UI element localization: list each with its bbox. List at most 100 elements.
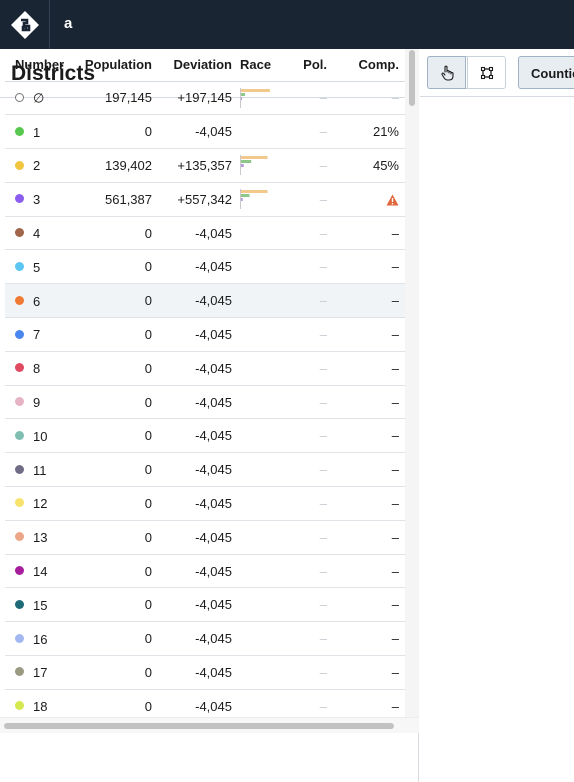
district-row[interactable]: 2 139,402 +135,357 –45% bbox=[5, 148, 405, 183]
district-compactness bbox=[333, 182, 405, 217]
district-population: 561,387 bbox=[79, 182, 158, 217]
district-color-swatch bbox=[15, 261, 24, 271]
district-race-chart-cell bbox=[238, 81, 288, 116]
column-header-deviation[interactable]: Deviation bbox=[158, 49, 238, 82]
district-pol: – bbox=[288, 351, 333, 386]
district-color-swatch bbox=[15, 498, 24, 508]
district-pol: – bbox=[288, 418, 333, 454]
district-deviation: -4,045 bbox=[158, 216, 238, 251]
district-row[interactable]: 14 0 -4,045 – – bbox=[5, 554, 405, 589]
column-header-pol[interactable]: Pol. bbox=[288, 49, 333, 82]
district-race-chart-cell bbox=[238, 520, 288, 555]
district-color-swatch bbox=[15, 329, 24, 339]
district-pol: – bbox=[288, 621, 333, 657]
district-pol: – bbox=[288, 587, 333, 623]
district-row[interactable]: 15 0 -4,045 – – bbox=[5, 587, 405, 623]
district-pol: – bbox=[288, 283, 333, 319]
district-number-cell: 10 bbox=[5, 418, 79, 454]
district-number: 9 bbox=[33, 395, 41, 411]
district-number-cell: 1 bbox=[5, 114, 79, 150]
district-race-chart-cell bbox=[238, 114, 288, 150]
district-color-swatch bbox=[15, 160, 24, 170]
districts-table-container[interactable]: Number Population Deviation Race Pol. Co… bbox=[5, 49, 405, 717]
district-number-cell: 15 bbox=[5, 587, 79, 623]
district-number: 4 bbox=[33, 226, 41, 242]
district-row[interactable]: 8 0 -4,045 – – bbox=[5, 351, 405, 386]
warning-icon[interactable] bbox=[386, 194, 399, 206]
district-row[interactable]: 17 0 -4,045 – – bbox=[5, 655, 405, 690]
district-color-swatch bbox=[15, 194, 24, 204]
column-header-race[interactable]: Race bbox=[238, 49, 288, 82]
district-row[interactable]: 16 0 -4,045 – – bbox=[5, 621, 405, 657]
district-row[interactable]: 7 0 -4,045 – – bbox=[5, 317, 405, 352]
district-color-swatch bbox=[15, 566, 24, 576]
districtr-logo-icon[interactable] bbox=[10, 10, 40, 40]
district-number: 10 bbox=[33, 428, 48, 444]
district-row[interactable]: 9 0 -4,045 – – bbox=[5, 385, 405, 420]
map-canvas[interactable] bbox=[420, 98, 574, 782]
district-number: 15 bbox=[33, 597, 48, 613]
district-pol: – bbox=[288, 486, 333, 521]
district-population: 0 bbox=[79, 351, 158, 386]
race-bar bbox=[241, 96, 243, 100]
vertical-scrollbar-track[interactable] bbox=[405, 49, 419, 717]
district-row[interactable]: 12 0 -4,045 – – bbox=[5, 486, 405, 521]
district-deviation: -4,045 bbox=[158, 249, 238, 285]
district-color-swatch bbox=[15, 430, 24, 440]
district-population: 0 bbox=[79, 587, 158, 623]
district-row[interactable]: 5 0 -4,045 – – bbox=[5, 249, 405, 285]
district-compactness: – bbox=[333, 317, 405, 352]
district-race-chart-cell bbox=[238, 216, 288, 251]
column-header-number[interactable]: Number bbox=[5, 49, 79, 82]
district-deviation: -4,045 bbox=[158, 114, 238, 150]
district-row[interactable]: 10 0 -4,045 – – bbox=[5, 418, 405, 454]
district-pol: – bbox=[288, 81, 333, 116]
district-race-chart-cell bbox=[238, 182, 288, 217]
district-color-swatch bbox=[15, 228, 24, 238]
district-row[interactable]: 1 0 -4,045 –21% bbox=[5, 114, 405, 150]
district-deviation: -4,045 bbox=[158, 283, 238, 319]
race-bar bbox=[241, 160, 252, 164]
race-bar bbox=[241, 198, 243, 202]
district-pol: – bbox=[288, 317, 333, 352]
district-race-chart-cell bbox=[238, 554, 288, 589]
project-title[interactable]: a bbox=[64, 15, 72, 32]
select-tool-button[interactable] bbox=[427, 56, 466, 89]
district-compactness: – bbox=[333, 689, 405, 717]
district-deviation: +135,357 bbox=[158, 148, 238, 183]
district-race-chart-cell bbox=[238, 283, 288, 319]
district-row[interactable]: 3 561,387 +557,342 – bbox=[5, 182, 405, 217]
top-navbar: a bbox=[0, 0, 574, 49]
rectangle-tool-button[interactable] bbox=[467, 56, 506, 89]
district-population: 0 bbox=[79, 655, 158, 690]
district-number-cell: 8 bbox=[5, 351, 79, 386]
column-header-comp[interactable]: Comp. bbox=[333, 49, 405, 82]
district-compactness: – bbox=[333, 520, 405, 555]
race-chart-axis bbox=[240, 155, 241, 176]
column-header-population[interactable]: Population bbox=[79, 49, 158, 82]
district-number: 8 bbox=[33, 361, 41, 377]
district-color-swatch bbox=[15, 701, 24, 711]
district-population: 0 bbox=[79, 621, 158, 657]
district-color-swatch bbox=[15, 633, 24, 643]
district-row[interactable]: 4 0 -4,045 – – bbox=[5, 216, 405, 251]
district-population: 0 bbox=[79, 385, 158, 420]
district-color-swatch bbox=[15, 397, 24, 407]
district-row[interactable]: 6 0 -4,045 – – bbox=[5, 283, 405, 319]
district-number: 3 bbox=[33, 192, 41, 208]
district-number: 7 bbox=[33, 327, 41, 343]
district-number-cell: 14 bbox=[5, 554, 79, 589]
horizontal-scrollbar-thumb[interactable] bbox=[4, 723, 394, 729]
counties-toggle-button[interactable]: Counties bbox=[518, 56, 574, 89]
district-row[interactable]: 18 0 -4,045 – – bbox=[5, 689, 405, 717]
vertical-scrollbar-thumb[interactable] bbox=[409, 50, 415, 106]
district-compactness: – bbox=[333, 655, 405, 690]
district-row[interactable]: 13 0 -4,045 – – bbox=[5, 520, 405, 555]
district-row[interactable]: ∅ 197,145 +197,145 – – bbox=[5, 81, 405, 116]
district-number: 1 bbox=[33, 124, 41, 140]
district-row[interactable]: 11 0 -4,045 – – bbox=[5, 452, 405, 488]
district-number: 6 bbox=[33, 293, 41, 309]
district-number: 18 bbox=[33, 699, 48, 715]
district-number: 13 bbox=[33, 530, 48, 546]
district-race-chart-cell bbox=[238, 249, 288, 285]
